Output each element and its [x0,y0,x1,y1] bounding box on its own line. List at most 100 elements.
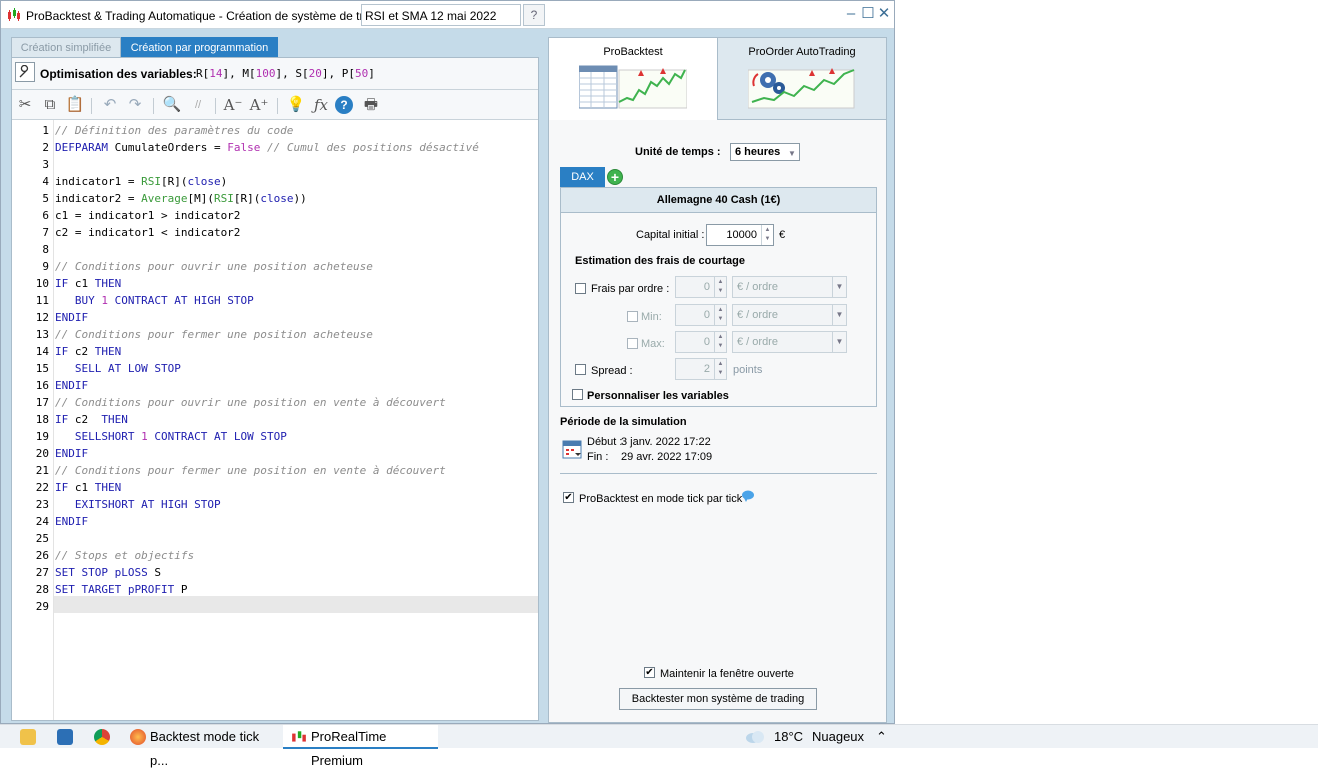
chevron-down-icon: ▼ [832,332,846,352]
code-line[interactable]: ENDIF [55,309,88,326]
code-line[interactable]: // Conditions pour fermer une position e… [55,462,446,479]
search-icon[interactable]: 🔍 [161,95,183,115]
fee-per-order-checkbox[interactable] [575,283,586,294]
tab-proorder-autotrading[interactable]: ProOrder AutoTrading [718,38,887,120]
capital-input[interactable]: 10000 ▲ ▼ [706,224,774,246]
code-line[interactable]: IF c2 THEN [55,343,121,360]
line-number: 8 [42,243,49,256]
max-fee-input[interactable]: 0 ▲ ▼ [675,331,727,353]
chevron-up-icon[interactable]: ⌃ [876,725,887,749]
timeframe-select[interactable]: 6 heures ▼ [730,143,800,161]
fee-per-order-input[interactable]: 0 ▲ ▼ [675,276,727,298]
code-line[interactable]: // Définition des paramètres du code [55,122,293,139]
code-line[interactable]: // Conditions pour fermer une position a… [55,326,373,343]
max-fee-unit-select[interactable]: € / ordre ▼ [732,331,847,353]
chevron-down-icon: ▼ [788,149,796,158]
min-fee-unit-select[interactable]: € / ordre ▼ [732,304,847,326]
print-icon[interactable]: 🖶 [360,95,382,115]
code-line[interactable]: SELL AT LOW STOP [55,360,181,377]
minimize-button[interactable]: – [844,6,858,22]
code-line[interactable]: ENDIF [55,513,88,530]
min-fee-input[interactable]: 0 ▲ ▼ [675,304,727,326]
system-name-input[interactable]: RSI et SMA 12 mai 2022 [361,4,521,26]
line-number: 4 [42,175,49,188]
spread-checkbox[interactable] [575,364,586,375]
redo-icon[interactable]: ↷ [124,95,146,115]
function-icon[interactable]: ƒx [310,95,332,115]
maximize-button[interactable]: ☐ [861,6,875,22]
fee-per-order-value: 0 [703,281,710,293]
max-fee-checkbox[interactable] [627,338,638,349]
line-number: 7 [42,226,49,239]
font-decrease-icon[interactable]: A⁻ [222,95,244,115]
comment-toggle-icon[interactable]: // [187,95,209,115]
stepper-icon[interactable]: ▲ ▼ [714,305,726,325]
file-explorer-icon[interactable] [20,729,36,745]
stepper-icon[interactable]: ▲ ▼ [714,359,726,379]
stepper-icon[interactable]: ▲ ▼ [714,277,726,297]
spread-label: Spread : [591,365,633,377]
stepper-icon[interactable]: ▲ ▼ [714,332,726,352]
code-line[interactable]: indicator2 = Average[M](RSI[R](close)) [55,190,307,207]
tab-probacktest[interactable]: ProBacktest [549,38,718,120]
code-line[interactable]: IF c1 THEN [55,275,121,292]
code-line[interactable]: BUY 1 CONTRACT AT HIGH STOP [55,292,254,309]
code-line[interactable]: SET TARGET pPROFIT P [55,581,187,598]
code-line[interactable]: // Stops et objectifs [55,547,194,564]
add-instrument-icon[interactable]: + [607,169,623,185]
min-fee-checkbox[interactable] [627,311,638,322]
code-line[interactable]: c2 = indicator1 < indicator2 [55,224,240,241]
font-increase-icon[interactable]: A⁺ [248,95,270,115]
lightbulb-icon[interactable]: 💡 [285,95,307,115]
mail-icon[interactable] [57,729,73,745]
help-circle-icon[interactable]: ? [335,96,353,114]
code-line[interactable]: SELLSHORT 1 CONTRACT AT LOW STOP [55,428,287,445]
spread-input[interactable]: 2 ▲ ▼ [675,358,727,380]
close-button[interactable]: ✕ [877,6,891,22]
code-line[interactable]: // Conditions pour ouvrir une position e… [55,394,446,411]
undo-icon[interactable]: ↶ [99,95,121,115]
code-line[interactable]: // Conditions pour ouvrir une position a… [55,258,373,275]
help-button[interactable]: ? [523,4,545,26]
code-line[interactable]: indicator1 = RSI[R](close) [55,173,227,190]
code-line[interactable]: IF c2 THEN [55,411,128,428]
code-line[interactable]: EXITSHORT AT HIGH STOP [55,496,221,513]
tab-simplified-creation[interactable]: Création simplifiée [11,37,121,57]
weather-temperature[interactable]: 18°C [774,725,803,749]
line-number: 13 [35,328,49,341]
end-date[interactable]: 29 avr. 2022 17:09 [621,451,712,463]
code-line[interactable]: c1 = indicator1 > indicator2 [55,207,240,224]
code-line[interactable]: IF c1 THEN [55,479,121,496]
spread-value: 2 [703,363,710,375]
code-line[interactable]: DEFPARAM CumulateOrders = False // Cumul… [55,139,479,156]
tick-mode-checkbox[interactable]: ✔ [563,492,574,503]
keep-open-label: Maintenir la fenêtre ouverte [660,668,794,680]
paste-icon[interactable]: 📋 [64,95,86,115]
taskbar-item-firefox[interactable]: Backtest mode tick p... [120,725,278,768]
tab-programming-creation[interactable]: Création par programmation [121,37,278,57]
max-fee-unit-value: € / ordre [737,336,778,348]
line-number: 12 [35,311,49,324]
code-area[interactable]: // Définition des paramètres du code DEFP… [54,120,538,720]
optimisation-variables[interactable]: R[14], M[100], S[20], P[50] [196,67,375,80]
chrome-icon[interactable] [94,729,110,745]
tab-instrument-dax[interactable]: DAX [560,167,605,187]
info-bubble-icon[interactable] [741,490,755,502]
taskbar-item-prorealtime[interactable]: ProRealTime Premium [283,725,438,768]
stepper-icon[interactable]: ▲ ▼ [761,225,773,245]
custom-vars-checkbox[interactable] [572,389,583,400]
cut-icon[interactable]: ✂ [14,95,36,115]
code-line[interactable]: ENDIF [55,445,88,462]
code-line[interactable]: ENDIF [55,377,88,394]
keep-open-checkbox[interactable]: ✔ [644,667,655,678]
instrument-settings-box: Allemagne 40 Cash (1€) Capital initial :… [560,187,877,407]
start-date[interactable]: 3 janv. 2022 17:22 [621,436,711,448]
weather-description[interactable]: Nuageux [812,725,864,749]
wrench-icon[interactable] [15,62,35,82]
fee-unit-select[interactable]: € / ordre ▼ [732,276,847,298]
run-backtest-button[interactable]: Backtester mon système de trading [619,688,817,710]
code-line[interactable]: SET STOP pLOSS S [55,564,161,581]
divider [560,473,877,474]
copy-icon[interactable]: ⧉ [39,95,61,115]
calendar-icon[interactable] [562,438,582,460]
